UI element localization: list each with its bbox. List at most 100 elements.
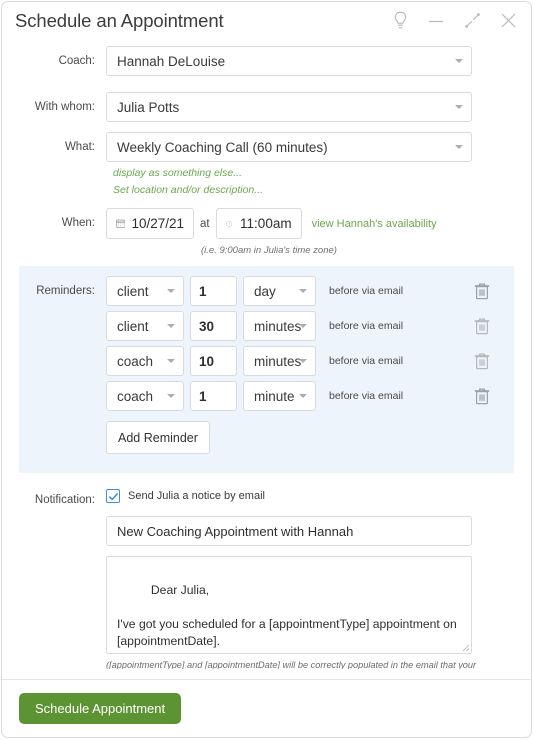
what-select[interactable]: Weekly Coaching Call (60 minutes): [106, 132, 472, 162]
chevron-down-icon: [455, 145, 463, 149]
notification-body-textarea[interactable]: Dear Julia, I've got you scheduled for a…: [106, 556, 472, 654]
what-sublinks: display as something else... Set locatio…: [106, 162, 505, 196]
chevron-down-icon: [167, 289, 175, 293]
coach-select[interactable]: Hannah DeLouise: [106, 46, 472, 76]
notification-row: Notification: Send Julia a notice by ema…: [2, 485, 531, 669]
reminder-unit-value: minutes: [254, 318, 302, 334]
notification-body-value: Dear Julia, I've got you scheduled for a…: [117, 583, 457, 653]
add-reminder-button[interactable]: Add Reminder: [106, 421, 210, 454]
reminder-row: Reminders: client 1 day before via email: [19, 276, 514, 306]
delete-reminder-button[interactable]: [474, 387, 490, 405]
reminder-recipient-select[interactable]: client: [106, 276, 184, 306]
delete-reminder-button[interactable]: [474, 282, 490, 300]
coach-label: Coach:: [58, 55, 95, 67]
reminder-amount-value: 10: [199, 353, 215, 369]
reminder-recipient-select[interactable]: client: [106, 311, 184, 341]
with-whom-select[interactable]: Julia Potts: [106, 92, 472, 122]
send-notice-label: Send Julia a notice by email: [128, 490, 265, 502]
delete-reminder-button[interactable]: [474, 352, 490, 370]
reminder-recipient-value: client: [117, 318, 149, 334]
title-bar: Schedule an Appointment: [2, 2, 531, 39]
clock-icon: [225, 220, 232, 227]
chevron-down-icon: [299, 394, 307, 398]
chevron-down-icon: [299, 359, 307, 363]
calendar-icon: [116, 219, 126, 229]
footer-bar: Schedule Appointment: [2, 679, 531, 737]
reminder-amount-input[interactable]: 30: [190, 311, 237, 341]
trash-icon: [474, 353, 490, 370]
reminder-amount-value: 1: [199, 388, 207, 404]
delete-reminder-button[interactable]: [474, 317, 490, 335]
schedule-appointment-button[interactable]: Schedule Appointment: [19, 693, 182, 724]
reminder-suffix: before via email: [329, 320, 404, 332]
reminder-row: coach 1 minute before via email: [19, 381, 514, 411]
collapse-icon[interactable]: [457, 7, 487, 35]
reminder-recipient-value: coach: [117, 353, 154, 369]
chevron-down-icon: [455, 105, 463, 109]
chevron-down-icon: [167, 324, 175, 328]
notification-subject-input[interactable]: New Coaching Appointment with Hannah: [106, 516, 472, 546]
reminder-suffix: before via email: [329, 390, 404, 402]
set-location-description-link[interactable]: Set location and/or description...: [113, 184, 505, 196]
form-body: Coach: Hannah DeLouise With whom: Julia …: [2, 39, 531, 669]
date-value: 10/27/21: [131, 216, 184, 231]
reminder-amount-input[interactable]: 1: [190, 381, 237, 411]
at-word: at: [200, 217, 210, 230]
reminder-unit-value: minutes: [254, 353, 302, 369]
send-notice-checkbox[interactable]: [106, 489, 120, 503]
reminder-unit-select[interactable]: day: [243, 276, 316, 306]
timezone-note: (i.e. 9:00am in Julia's time zone): [201, 245, 337, 256]
reminder-recipient-value: client: [117, 283, 149, 299]
schedule-appointment-window: Schedule an Appointment Coach: Hannah De…: [1, 1, 532, 738]
trash-icon: [474, 388, 490, 405]
reminder-row: coach 10 minutes before via email: [19, 346, 514, 376]
reminder-unit-value: minute: [254, 388, 295, 404]
notification-subject-value: New Coaching Appointment with Hannah: [117, 523, 354, 539]
check-icon: [108, 492, 118, 500]
chevron-down-icon: [167, 394, 175, 398]
reminder-recipient-select[interactable]: coach: [106, 381, 184, 411]
page-title: Schedule an Appointment: [15, 9, 224, 31]
reminder-amount-input[interactable]: 10: [190, 346, 237, 376]
with-whom-row: With whom: Julia Potts: [2, 92, 531, 122]
reminder-unit-select[interactable]: minutes: [243, 346, 316, 376]
reminders-panel: Reminders: client 1 day before via email: [19, 266, 514, 473]
reminder-unit-value: day: [254, 283, 276, 299]
trash-icon: [474, 283, 490, 300]
close-icon[interactable]: [493, 7, 523, 35]
window-controls: [385, 7, 523, 35]
display-as-something-else-link[interactable]: display as something else...: [113, 167, 505, 179]
reminder-recipient-select[interactable]: coach: [106, 346, 184, 376]
reminder-amount-value: 30: [199, 318, 215, 334]
reminder-unit-select[interactable]: minute: [243, 381, 316, 411]
with-whom-select-value: Julia Potts: [117, 99, 180, 115]
reminder-row: client 30 minutes before via email: [19, 311, 514, 341]
with-whom-label: With whom:: [34, 101, 95, 113]
time-input[interactable]: 11:00am: [215, 208, 302, 239]
notification-hint: ([appointmentType] and [appointmentDate]…: [106, 660, 477, 669]
notification-label: Notification:: [34, 494, 95, 506]
reminder-recipient-value: coach: [117, 388, 154, 404]
what-select-value: Weekly Coaching Call (60 minutes): [117, 139, 328, 155]
chevron-down-icon: [167, 359, 175, 363]
reminder-suffix: before via email: [329, 285, 404, 297]
coach-row: Coach: Hannah DeLouise: [2, 46, 531, 76]
resize-handle-icon[interactable]: [460, 642, 470, 652]
reminder-unit-select[interactable]: minutes: [243, 311, 316, 341]
reminder-amount-value: 1: [199, 283, 207, 299]
chevron-down-icon: [299, 324, 307, 328]
chevron-down-icon: [299, 289, 307, 293]
view-availability-link[interactable]: view Hannah's availability: [312, 218, 437, 230]
what-row: What: Weekly Coaching Call (60 minutes) …: [2, 132, 531, 196]
date-input[interactable]: 10/27/21: [106, 208, 194, 239]
add-reminder-row: Add Reminder: [19, 416, 514, 454]
reminder-suffix: before via email: [329, 355, 404, 367]
when-row: When: 10/27/21 at 11:00am view Hannah's …: [2, 208, 531, 256]
trash-icon: [474, 318, 490, 335]
when-label: When:: [61, 217, 95, 229]
time-value: 11:00am: [240, 216, 292, 231]
help-lightbulb-icon[interactable]: [385, 7, 415, 35]
minimize-icon[interactable]: [421, 7, 451, 35]
chevron-down-icon: [455, 59, 463, 63]
reminder-amount-input[interactable]: 1: [190, 276, 237, 306]
